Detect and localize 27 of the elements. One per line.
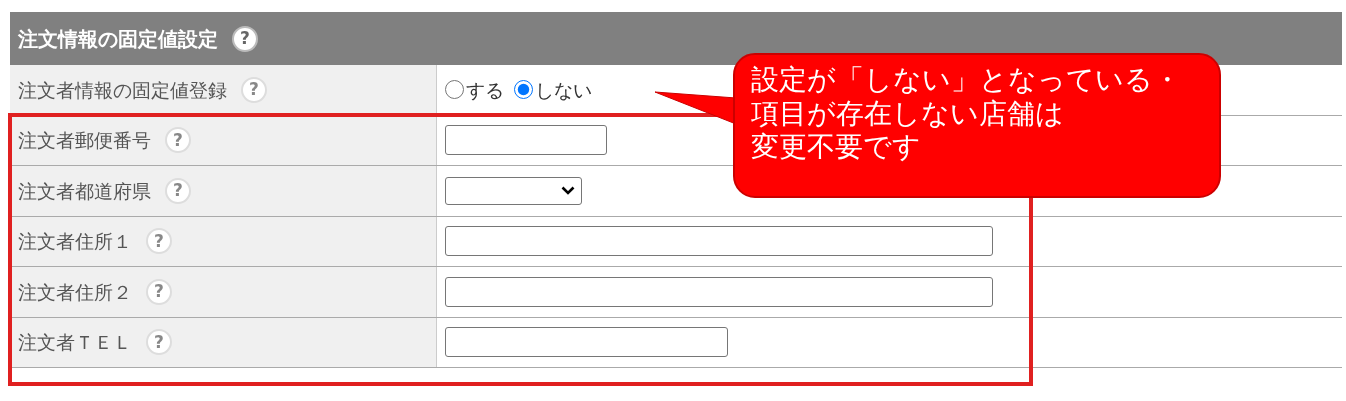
help-icon[interactable]: ? bbox=[165, 177, 191, 204]
help-icon[interactable]: ? bbox=[232, 25, 258, 52]
help-icon[interactable]: ? bbox=[165, 127, 191, 154]
radio-label: しない bbox=[535, 77, 592, 103]
field-label: 注文者都道府県 bbox=[18, 178, 151, 204]
help-icon[interactable]: ? bbox=[146, 228, 172, 255]
input-field[interactable] bbox=[445, 327, 728, 358]
radio-label: する bbox=[466, 77, 504, 103]
chevron-down-icon bbox=[561, 186, 575, 196]
help-icon[interactable]: ? bbox=[146, 329, 172, 356]
callout-text: 項目が存在しない店舗は bbox=[751, 96, 1065, 131]
callout-text: 変更不要です bbox=[751, 130, 922, 164]
input-field[interactable] bbox=[445, 125, 607, 156]
field-label: 注文者住所１ bbox=[18, 229, 132, 254]
field-label: 注文者ＴＥＬ bbox=[18, 330, 132, 355]
section-title: 注文情報の固定値設定 bbox=[18, 25, 218, 53]
field-label: 注文者情報の固定値登録 bbox=[18, 77, 227, 103]
input-field[interactable] bbox=[445, 226, 993, 257]
field-label: 注文者郵便番号 bbox=[18, 128, 151, 153]
input-field[interactable] bbox=[445, 276, 993, 307]
help-icon[interactable]: ? bbox=[146, 278, 172, 305]
callout-text: 設定が「しない」となっている・ bbox=[751, 63, 1182, 97]
radio-button[interactable] bbox=[514, 80, 533, 100]
field-label: 注文者住所２ bbox=[18, 279, 132, 305]
dropdown-field[interactable] bbox=[445, 176, 582, 205]
radio-button[interactable] bbox=[445, 80, 464, 100]
help-icon[interactable]: ? bbox=[241, 76, 267, 103]
